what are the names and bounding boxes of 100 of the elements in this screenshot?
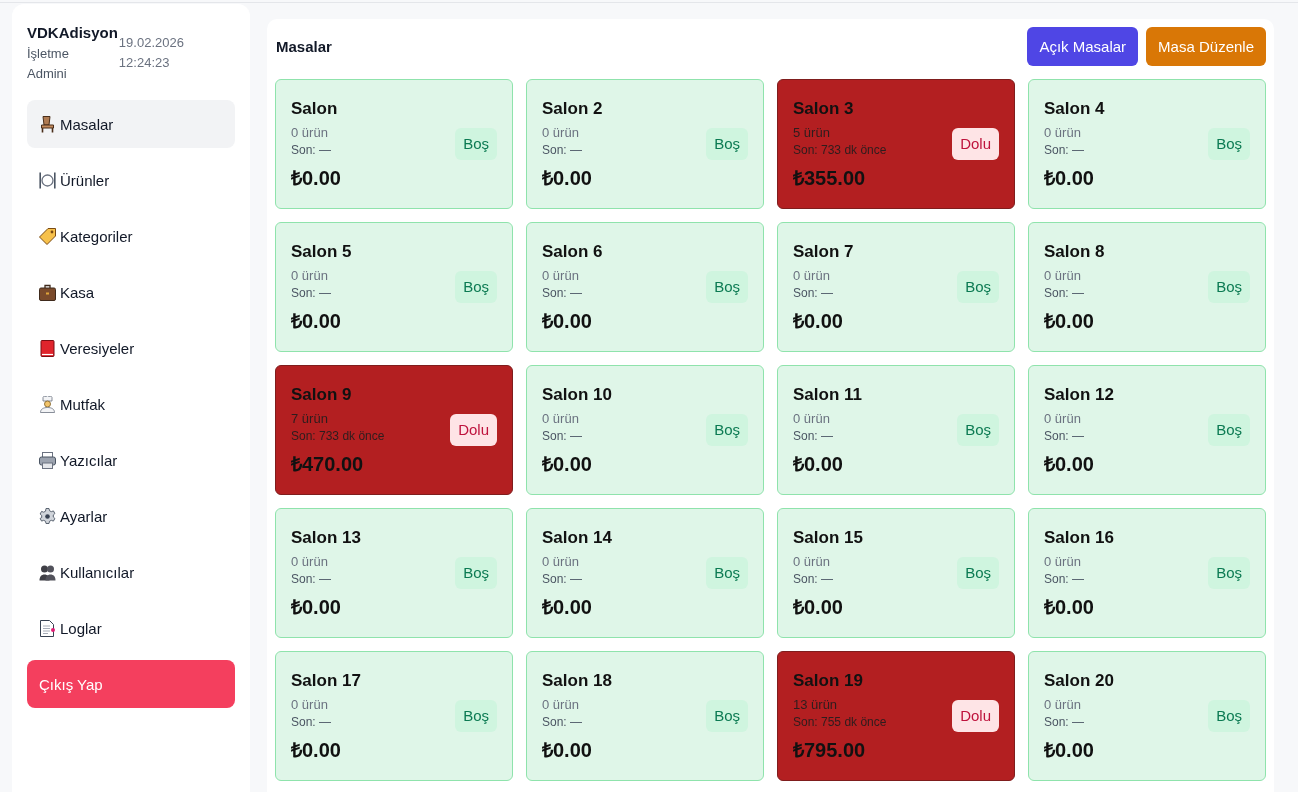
table-name: Salon 5 <box>291 240 352 263</box>
table-name: Salon 2 <box>542 97 603 120</box>
table-name: Salon 3 <box>793 97 855 120</box>
table-card[interactable]: Salon 11 0 ürün Son: — ₺0.00 Boş <box>777 365 1015 495</box>
last-order-time: Son: — <box>1044 427 1086 445</box>
table-total: ₺0.00 <box>1044 165 1095 191</box>
table-card[interactable]: Salon 15 0 ürün Son: — ₺0.00 Boş <box>777 508 1015 638</box>
table-name: Salon 14 <box>542 526 612 549</box>
table-total: ₺355.00 <box>793 165 867 191</box>
status-badge: Boş <box>455 700 497 732</box>
status-badge: Boş <box>1208 700 1250 732</box>
user-role: İşletme Admini <box>27 45 69 83</box>
status-badge: Boş <box>1208 557 1250 589</box>
tag-icon <box>39 227 56 245</box>
last-order-time: Son: 733 dk önce <box>793 141 887 159</box>
nav-item[interactable]: Veresiyeler <box>27 324 235 372</box>
last-order-time: Son: 733 dk önce <box>291 427 385 445</box>
table-name: Salon 10 <box>542 383 612 406</box>
table-name: Salon 18 <box>542 669 612 692</box>
nav-item[interactable]: Yazıcılar <box>27 436 235 484</box>
status-badge: Boş <box>1208 128 1250 160</box>
table-card[interactable]: Salon 2 0 ürün Son: — ₺0.00 Boş <box>526 79 764 209</box>
table-card[interactable]: Salon 12 0 ürün Son: — ₺0.00 Boş <box>1028 365 1266 495</box>
table-total: ₺0.00 <box>793 594 844 620</box>
last-order-time: Son: — <box>1044 141 1086 159</box>
nav-item[interactable]: Loglar <box>27 604 235 652</box>
table-name: Salon 9 <box>291 383 353 406</box>
table-card[interactable]: Salon 0 ürün Son: — ₺0.00 Boş <box>275 79 513 209</box>
table-card[interactable]: Salon 3 5 ürün Son: 733 dk önce ₺355.00 Dolu <box>777 79 1015 209</box>
table-total: ₺0.00 <box>291 308 342 334</box>
item-count: 0 ürün <box>291 552 329 571</box>
table-card[interactable]: Salon 13 0 ürün Son: — ₺0.00 Boş <box>275 508 513 638</box>
item-count: 0 ürün <box>542 695 580 714</box>
table-name: Salon 7 <box>793 240 854 263</box>
table-card[interactable]: Salon 17 0 ürün Son: — ₺0.00 Boş <box>275 651 513 781</box>
last-order-time: Son: — <box>291 141 333 159</box>
item-count: 0 ürün <box>1044 409 1082 428</box>
last-order-time: Son: — <box>1044 570 1086 588</box>
table-name: Salon 20 <box>1044 669 1114 692</box>
last-order-time: Son: — <box>291 284 333 302</box>
item-count: 13 ürün <box>793 695 839 714</box>
item-count: 7 ürün <box>291 409 329 428</box>
item-count: 0 ürün <box>291 123 329 142</box>
item-count: 0 ürün <box>542 266 580 285</box>
table-total: ₺0.00 <box>1044 737 1095 763</box>
last-order-time: Son: — <box>793 284 835 302</box>
item-count: 0 ürün <box>1044 695 1082 714</box>
table-name: Salon 11 <box>793 383 862 406</box>
table-total: ₺0.00 <box>291 165 341 191</box>
status-badge: Boş <box>706 557 748 589</box>
nav-item[interactable]: Ayarlar <box>27 492 235 540</box>
status-badge: Dolu <box>952 128 999 160</box>
table-card[interactable]: Salon 16 0 ürün Son: — ₺0.00 Boş <box>1028 508 1266 638</box>
last-order-time: Son: — <box>542 284 584 302</box>
table-total: ₺0.00 <box>1044 451 1095 477</box>
table-card[interactable]: Salon 8 0 ürün Son: — ₺0.00 Boş <box>1028 222 1266 352</box>
logout-button[interactable]: Çıkış Yap <box>27 660 235 708</box>
table-total: ₺0.00 <box>542 594 593 620</box>
table-card[interactable]: Salon 14 0 ürün Son: — ₺0.00 Boş <box>526 508 764 638</box>
table-card[interactable]: Salon 7 0 ürün Son: — ₺0.00 Boş <box>777 222 1015 352</box>
table-total: ₺0.00 <box>291 594 342 620</box>
table-card[interactable]: Salon 10 0 ürün Son: — ₺0.00 Boş <box>526 365 764 495</box>
last-order-time: Son: — <box>793 570 835 588</box>
table-card[interactable]: Salon 20 0 ürün Son: — ₺0.00 Boş <box>1028 651 1266 781</box>
briefcase-icon <box>39 283 56 301</box>
item-count: 0 ürün <box>542 552 580 571</box>
page-title: Masalar <box>276 38 332 55</box>
table-name: Salon 19 <box>793 669 864 692</box>
table-card[interactable]: Salon 18 0 ürün Son: — ₺0.00 Boş <box>526 651 764 781</box>
table-name: Salon 6 <box>542 240 603 263</box>
item-count: 0 ürün <box>793 266 831 285</box>
last-order-time: Son: — <box>793 427 835 445</box>
item-count: 0 ürün <box>291 695 329 714</box>
table-card[interactable]: Salon 5 0 ürün Son: — ₺0.00 Boş <box>275 222 513 352</box>
item-count: 0 ürün <box>542 409 580 428</box>
table-name: Salon 15 <box>793 526 863 549</box>
table-card[interactable]: Salon 19 13 ürün Son: 755 dk önce ₺795.00 Dolu <box>777 651 1015 781</box>
status-badge: Boş <box>455 128 497 160</box>
status-badge: Boş <box>957 557 999 589</box>
table-total: ₺0.00 <box>542 737 593 763</box>
table-card[interactable]: Salon 4 0 ürün Son: — ₺0.00 Boş <box>1028 79 1266 209</box>
nav-item[interactable]: Kasa <box>27 268 235 316</box>
nav-item[interactable]: Kategoriler <box>27 212 235 260</box>
table-total: ₺0.00 <box>291 737 342 763</box>
table-name: Salon 8 <box>1044 240 1105 263</box>
last-order-time: Son: — <box>291 570 333 588</box>
nav-item[interactable]: Ürünler <box>27 156 235 204</box>
table-total: ₺0.00 <box>793 308 844 334</box>
open-tables-button[interactable]: Açık Masalar <box>1027 27 1139 66</box>
document-icon <box>39 619 56 637</box>
nav-item[interactable]: Kullanıcılar <box>27 548 235 596</box>
table-total: ₺0.00 <box>542 451 593 477</box>
last-order-time: Son: 755 dk önce <box>793 713 887 731</box>
table-name: Salon 4 <box>1044 97 1105 120</box>
status-badge: Boş <box>1208 414 1250 446</box>
nav-item[interactable]: Mutfak <box>27 380 235 428</box>
table-card[interactable]: Salon 9 7 ürün Son: 733 dk önce ₺470.00 Dolu <box>275 365 513 495</box>
status-badge: Boş <box>706 700 748 732</box>
table-card[interactable]: Salon 6 0 ürün Son: — ₺0.00 Boş <box>526 222 764 352</box>
nav-item[interactable]: Masalar <box>27 100 235 148</box>
